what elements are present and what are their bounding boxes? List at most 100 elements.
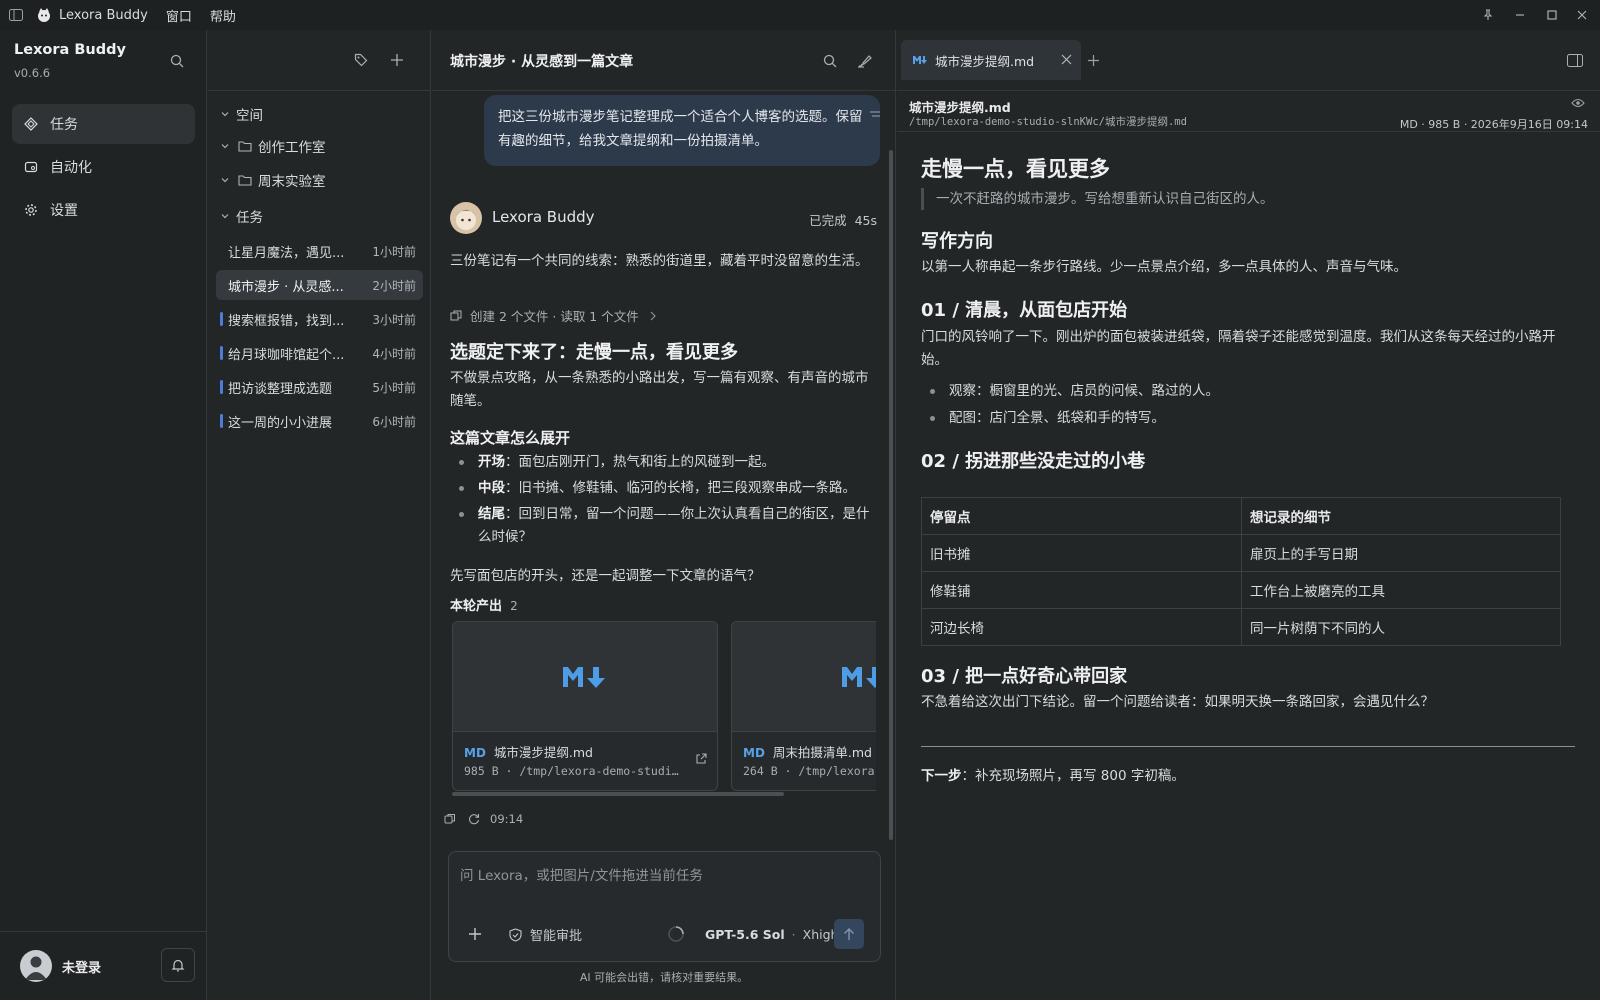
new-tab-icon[interactable] — [1087, 54, 1100, 67]
follow-up-question: 先写面包店的开头，还是一起调整一下文章的语气？ — [450, 568, 761, 584]
horizontal-scrollbar[interactable] — [452, 792, 784, 796]
doc-next-step: 下一步：补充现场照片，再写 800 字初稿。 — [921, 765, 1185, 788]
copy-icon[interactable] — [444, 813, 456, 825]
tree-header-divider — [208, 90, 431, 91]
approval-mode-button[interactable]: 智能审批 — [509, 925, 582, 944]
task-tree-panel: 空间 创作工作室 周末实验室 任务 让星月魔法，遇见... 1小时前 城市漫步 … — [208, 30, 431, 1000]
tab-doc[interactable]: 城市漫步提纲.md — [901, 40, 1081, 80]
user-login-status[interactable]: 未登录 — [62, 957, 101, 976]
doc-paragraph: 以第一人称串起一条步行路线。少一点景点介绍，多一点具体的人、声音与气味。 — [921, 259, 1407, 275]
file-name-row: MD 周末拍摄清单.md — [743, 742, 872, 761]
tasks-section[interactable]: 任务 — [220, 206, 263, 226]
folder-row[interactable]: 周末实验室 — [220, 170, 326, 190]
notifications-button[interactable] — [161, 948, 195, 982]
bullet-item: 开场：面包店刚开门，热气和街上的风碰到一起。 — [450, 451, 875, 474]
close-window-icon[interactable] — [1566, 0, 1598, 30]
nav-tasks-label: 任务 — [50, 117, 78, 133]
table-cell: 旧书摊 — [921, 534, 1242, 572]
maximize-icon[interactable] — [1536, 0, 1568, 30]
nav-settings-label: 设置 — [50, 203, 78, 219]
minimize-icon[interactable] — [1504, 0, 1536, 30]
doc-paragraph: 门口的风铃响了一下。刚出炉的面包被装进纸袋，隔着袋子还能感觉到温度。我们从这条每… — [921, 329, 1556, 368]
eye-icon[interactable] — [1571, 98, 1585, 108]
brush-icon[interactable] — [857, 53, 873, 69]
file-name: 城市漫步提纲.md — [493, 745, 593, 760]
user-message-bubble: 把这三份城市漫步笔记整理成一个适合个人博客的选题。保留有趣的细节，给我文章提纲和… — [484, 95, 880, 166]
bullet-bold: 中段 — [478, 480, 505, 496]
message-menu-icon[interactable] — [869, 110, 881, 120]
task-marker — [220, 312, 223, 326]
nav-automation[interactable]: 自动化 — [12, 147, 195, 187]
search-icon[interactable] — [170, 54, 184, 68]
app-logo-icon — [36, 7, 52, 23]
bullet-bold: 开场 — [478, 454, 505, 470]
chevron-down-icon — [220, 141, 230, 151]
folder-label: 创作工作室 — [258, 140, 326, 156]
spaces-section[interactable]: 空间 — [220, 104, 263, 124]
vertical-scrollbar[interactable] — [889, 150, 893, 840]
tab-label: 城市漫步提纲.md — [935, 53, 1035, 69]
file-info-divider — [897, 131, 1600, 132]
message-input[interactable]: 问 Lexora，或把图片/文件拖进当前任务 — [460, 864, 870, 884]
tag-icon[interactable] — [354, 53, 368, 67]
pin-icon[interactable] — [1472, 0, 1504, 30]
chevron-down-icon — [220, 175, 230, 185]
close-tab-icon[interactable] — [1061, 54, 1072, 65]
task-item[interactable]: 城市漫步 · 从灵感... 2小时前 — [216, 270, 423, 300]
task-item[interactable]: 给月球咖啡馆起个... 4小时前 — [216, 338, 423, 368]
outputs-header: 本轮产出 2 — [450, 595, 518, 614]
table-row: 河边长椅 同一片树荫下不同的人 — [921, 608, 1561, 646]
menu-help[interactable]: 帮助 — [210, 6, 236, 25]
file-meta: 264 B · /tmp/lexora-demo-studio- — [743, 764, 876, 778]
task-marker — [220, 414, 223, 428]
avatar[interactable] — [20, 950, 52, 982]
search-icon[interactable] — [823, 54, 837, 68]
bullet-item: 结尾：回到日常，留一个问题——你上次认真看自己的街区，是什么时候？ — [450, 503, 875, 549]
table-row: 旧书摊 扉页上的手写日期 — [921, 534, 1561, 572]
task-title: 这一周的小小进展 — [228, 415, 333, 431]
doc-header-divider — [897, 90, 1600, 91]
file-path: /tmp/lexora-demo-studio-slnKWc/城市漫步提纲.md — [909, 116, 1187, 128]
file-card[interactable]: MD 城市漫步提纲.md 985 B · /tmp/lexora-demo-stu… — [452, 621, 718, 791]
model-separator: · — [791, 927, 796, 942]
doc-paragraph: 不急着给这次出门下结论。留一个问题给读者：如果明天换一条路回家，会遇见什么？ — [921, 694, 1434, 710]
panel-toggle-icon[interactable] — [1567, 54, 1583, 67]
sidebar-toggle-icon[interactable] — [9, 9, 23, 21]
menu-window[interactable]: 窗口 — [166, 6, 192, 25]
sidebar-footer-divider — [0, 931, 207, 932]
task-item[interactable]: 让星月魔法，遇见... 1小时前 — [216, 236, 423, 266]
task-title: 给月球咖啡馆起个... — [228, 347, 345, 363]
task-item[interactable]: 把访谈整理成选题 5小时前 — [216, 372, 423, 402]
table-cell: 修鞋铺 — [921, 571, 1242, 609]
task-title: 搜索框报错，找到... — [228, 313, 345, 329]
attach-add-icon[interactable] — [468, 927, 482, 941]
composer: 问 Lexora，或把图片/文件拖进当前任务 智能审批 GPT-5.6 Sol … — [448, 851, 881, 962]
outputs-label: 本轮产出 — [450, 599, 503, 614]
model-selector[interactable]: GPT-5.6 Sol · Xhigh — [705, 927, 838, 942]
folder-row[interactable]: 创作工作室 — [220, 136, 326, 156]
next-step-text: ：补充现场照片，再写 800 字初稿。 — [961, 768, 1185, 784]
model-name: GPT-5.6 Sol — [705, 927, 785, 942]
chevron-down-icon — [220, 211, 230, 221]
add-icon[interactable] — [390, 53, 404, 67]
regenerate-icon[interactable] — [468, 813, 480, 825]
status-text: 已完成 — [809, 213, 847, 228]
arrow-up-icon — [844, 928, 854, 940]
task-item[interactable]: 搜索框报错，找到... 3小时前 — [216, 304, 423, 334]
markdown-icon — [563, 666, 605, 688]
markdown-icon — [842, 666, 876, 688]
nav-tasks[interactable]: 任务 — [12, 104, 195, 144]
bullet-bold: 结尾 — [478, 506, 505, 522]
actions-summary[interactable]: 创建 2 个文件 · 读取 1 个文件 — [450, 306, 657, 325]
doc-section-title: 02 / 拐进那些没走过的小巷 — [921, 451, 1146, 472]
bullet-item: 中段：旧书摊、修鞋铺、临河的长椅，把三段观察串成一条路。 — [450, 477, 875, 500]
send-button[interactable] — [834, 919, 864, 949]
task-item[interactable]: 这一周的小小进展 6小时前 — [216, 406, 423, 436]
file-type-badge: MD — [464, 746, 486, 760]
task-title: 让星月魔法，遇见... — [228, 245, 345, 261]
open-external-icon[interactable] — [695, 753, 707, 765]
file-card[interactable]: MD 周末拍摄清单.md 264 B · /tmp/lexora-demo-stu… — [731, 621, 876, 791]
nav-settings[interactable]: 设置 — [12, 190, 195, 230]
chat-title: 城市漫步 · 从灵感到一篇文章 — [450, 54, 634, 70]
message-actions: 09:14 — [444, 812, 523, 826]
